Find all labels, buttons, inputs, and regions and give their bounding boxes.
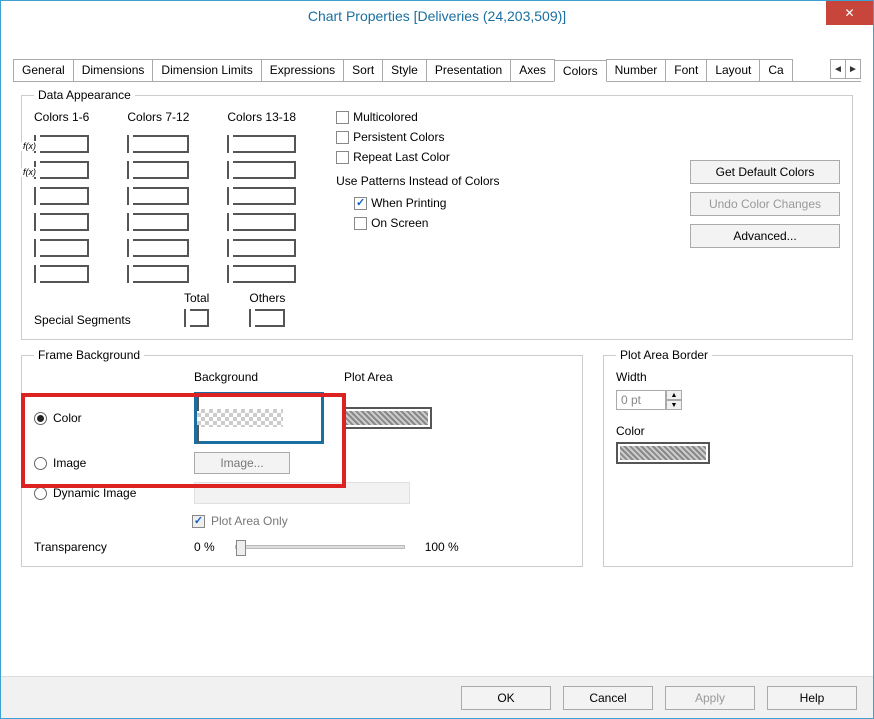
tab-layout[interactable]: Layout <box>706 59 760 81</box>
color-swatch-16[interactable] <box>227 213 296 231</box>
close-button[interactable]: ✕ <box>826 1 873 25</box>
fx-icon: f(x) <box>36 167 38 177</box>
dialog-button-bar: OK Cancel Apply Help <box>1 676 873 718</box>
width-up-button[interactable]: ▲ <box>666 390 682 400</box>
width-label: Width <box>616 370 840 384</box>
color-radio-label: Color <box>53 411 82 425</box>
chart-properties-dialog: Chart Properties [Deliveries (24,203,509… <box>0 0 874 719</box>
color-swatch-10[interactable] <box>127 213 189 231</box>
window-title: Chart Properties [Deliveries (24,203,509… <box>308 8 566 24</box>
transparency-min: 0 % <box>194 540 215 554</box>
tab-scroll-left[interactable]: ◄ <box>830 59 846 79</box>
others-label: Others <box>249 291 285 305</box>
color-swatch-6[interactable] <box>34 265 89 283</box>
use-patterns-label: Use Patterns Instead of Colors <box>336 174 499 188</box>
tab-axes[interactable]: Axes <box>510 59 555 81</box>
frame-background-legend: Frame Background <box>34 348 144 362</box>
transparency-label: Transparency <box>34 540 174 554</box>
total-color-swatch[interactable] <box>184 309 209 327</box>
color-swatch-13[interactable] <box>227 135 296 153</box>
repeat-last-color-checkbox[interactable] <box>336 151 349 164</box>
get-default-colors-button[interactable]: Get Default Colors <box>690 160 840 184</box>
color-swatch-1[interactable]: f(x) <box>34 135 89 153</box>
color-swatch-7[interactable] <box>127 135 189 153</box>
color-swatch-11[interactable] <box>127 239 189 257</box>
width-input[interactable]: 0 pt <box>616 390 666 410</box>
background-color-swatch[interactable] <box>194 392 324 444</box>
tab-expressions[interactable]: Expressions <box>261 59 344 81</box>
width-down-button[interactable]: ▼ <box>666 400 682 410</box>
transparency-slider[interactable] <box>235 545 405 549</box>
color-swatch-17[interactable] <box>227 239 296 257</box>
special-segments-label: Special Segments <box>34 313 144 327</box>
image-radio-label: Image <box>53 456 86 470</box>
color-swatch-8[interactable] <box>127 161 189 179</box>
close-icon: ✕ <box>844 6 854 20</box>
repeat-last-color-label: Repeat Last Color <box>353 150 450 164</box>
ok-button[interactable]: OK <box>461 686 551 710</box>
color-col-label-2: Colors 13-18 <box>227 110 296 124</box>
transparency-max: 100 % <box>425 540 459 554</box>
advanced-button[interactable]: Advanced... <box>690 224 840 248</box>
plot-area-only-label: Plot Area Only <box>211 514 288 528</box>
tab-ca[interactable]: Ca <box>759 59 792 81</box>
multicolored-checkbox[interactable] <box>336 111 349 124</box>
color-swatch-5[interactable] <box>34 239 89 257</box>
frame-background-group: Frame Background Background Plot Area Co… <box>21 348 583 567</box>
background-heading: Background <box>194 370 324 384</box>
titlebar: Chart Properties [Deliveries (24,203,509… <box>1 1 873 31</box>
plot-area-only-checkbox <box>192 515 205 528</box>
color-col-label-0: Colors 1-6 <box>34 110 89 124</box>
color-radio[interactable] <box>34 412 47 425</box>
border-color-swatch[interactable] <box>616 442 710 464</box>
color-options: Multicolored Persistent Colors Repeat La… <box>336 110 499 283</box>
persistent-colors-label: Persistent Colors <box>353 130 444 144</box>
on-screen-checkbox[interactable] <box>354 217 367 230</box>
dynamic-image-field[interactable] <box>194 482 410 504</box>
tab-number[interactable]: Number <box>606 59 667 81</box>
tab-dimensions[interactable]: Dimensions <box>73 59 154 81</box>
others-color-swatch[interactable] <box>249 309 285 327</box>
tab-dimension-limits[interactable]: Dimension Limits <box>152 59 261 81</box>
plot-area-border-group: Plot Area Border Width 0 pt ▲ ▼ Color <box>603 348 853 567</box>
border-color-label: Color <box>616 424 840 438</box>
tab-bar: GeneralDimensionsDimension LimitsExpress… <box>13 59 861 82</box>
color-col-label-1: Colors 7-12 <box>127 110 189 124</box>
data-appearance-legend: Data Appearance <box>34 88 135 102</box>
dynamic-image-radio-label: Dynamic Image <box>53 486 136 500</box>
color-swatch-14[interactable] <box>227 161 296 179</box>
total-label: Total <box>184 291 209 305</box>
plot-area-border-legend: Plot Area Border <box>616 348 712 362</box>
tab-general[interactable]: General <box>13 59 74 81</box>
tab-scroll-right[interactable]: ► <box>845 59 861 79</box>
color-swatch-2[interactable]: f(x) <box>34 161 89 179</box>
on-screen-label: On Screen <box>371 216 428 230</box>
apply-button[interactable]: Apply <box>665 686 755 710</box>
when-printing-checkbox[interactable] <box>354 197 367 210</box>
fx-icon: f(x) <box>36 141 38 151</box>
tab-style[interactable]: Style <box>382 59 427 81</box>
help-button[interactable]: Help <box>767 686 857 710</box>
color-swatch-4[interactable] <box>34 213 89 231</box>
dynamic-image-radio[interactable] <box>34 487 47 500</box>
image-button[interactable]: Image... <box>194 452 290 474</box>
data-appearance-group: Data Appearance Colors 1-6 f(x) f(x) Colors… <box>21 88 853 340</box>
color-swatch-18[interactable] <box>227 265 296 283</box>
persistent-colors-checkbox[interactable] <box>336 131 349 144</box>
plot-area-heading: Plot Area <box>344 370 474 384</box>
color-swatch-3[interactable] <box>34 187 89 205</box>
tab-presentation[interactable]: Presentation <box>426 59 511 81</box>
tab-colors[interactable]: Colors <box>554 60 607 82</box>
image-radio[interactable] <box>34 457 47 470</box>
tab-sort[interactable]: Sort <box>343 59 383 81</box>
color-swatch-15[interactable] <box>227 187 296 205</box>
undo-color-changes-button[interactable]: Undo Color Changes <box>690 192 840 216</box>
when-printing-label: When Printing <box>371 196 446 210</box>
color-swatch-9[interactable] <box>127 187 189 205</box>
plot-area-color-swatch[interactable] <box>344 409 430 427</box>
tab-font[interactable]: Font <box>665 59 707 81</box>
color-swatch-12[interactable] <box>127 265 189 283</box>
multicolored-label: Multicolored <box>353 110 418 124</box>
cancel-button[interactable]: Cancel <box>563 686 653 710</box>
